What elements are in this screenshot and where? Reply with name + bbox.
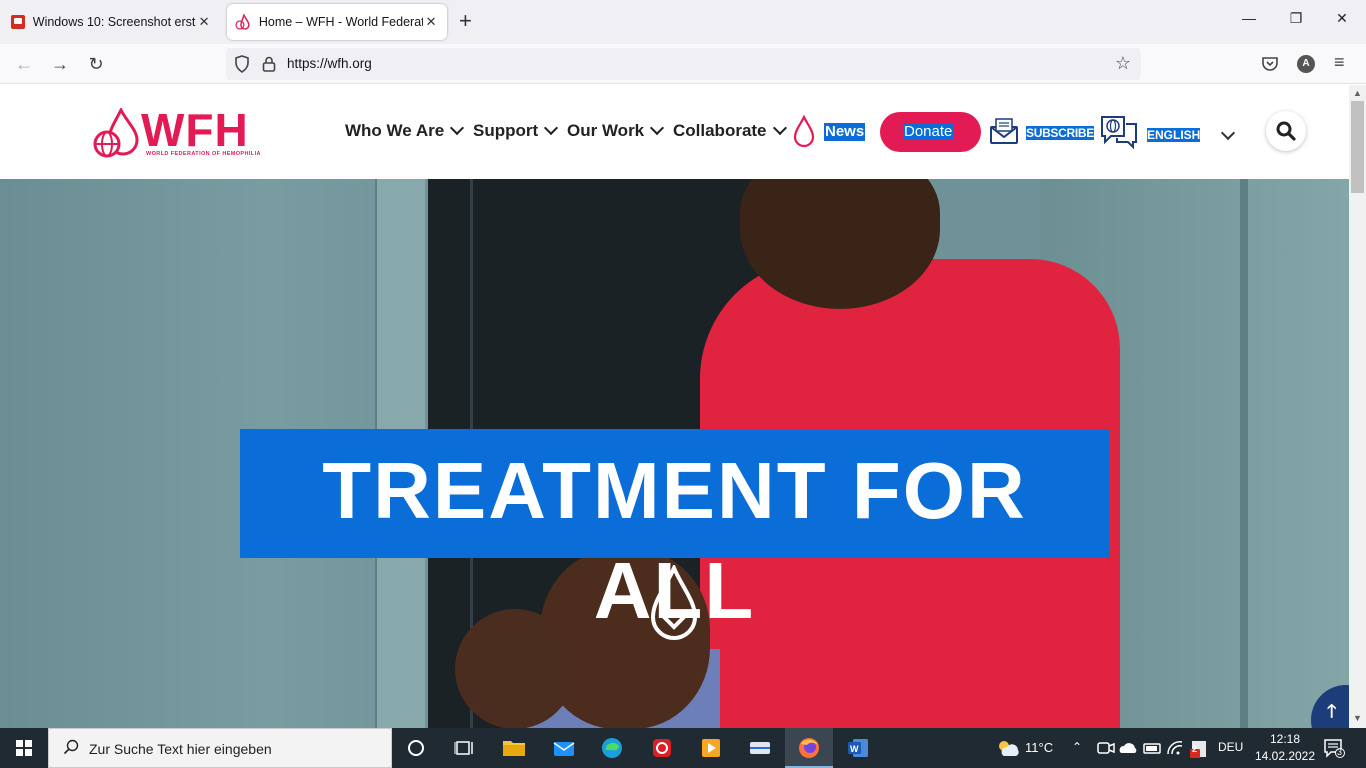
- blood-drop-icon: [793, 115, 815, 148]
- chevron-down-icon[interactable]: [1220, 125, 1236, 141]
- weather-cloud-icon[interactable]: [994, 734, 1022, 762]
- language-selector[interactable]: ENGLISH: [1147, 128, 1201, 142]
- site-search-button[interactable]: [1266, 111, 1306, 151]
- scanner-app-icon[interactable]: [746, 734, 774, 762]
- scroll-up-arrow-icon[interactable]: ▲: [1353, 88, 1362, 98]
- creative-cloud-icon[interactable]: [648, 734, 676, 762]
- restore-button[interactable]: ❐: [1286, 10, 1306, 27]
- input-language[interactable]: DEU: [1218, 740, 1243, 754]
- pocket-icon[interactable]: [1261, 55, 1279, 73]
- subscribe-link[interactable]: SUBSCRIBE: [1026, 126, 1094, 140]
- tab-windows-screenshot[interactable]: Windows 10: Screenshot erstellen ✕: [3, 4, 220, 40]
- weather-temperature[interactable]: 11°C: [1025, 740, 1053, 755]
- back-button[interactable]: ←: [12, 52, 36, 76]
- tab-title: Windows 10: Screenshot erstellen: [32, 15, 196, 29]
- lock-icon[interactable]: [262, 56, 276, 72]
- close-tab-icon[interactable]: ✕: [196, 14, 212, 30]
- cortana-icon[interactable]: [402, 734, 430, 762]
- menu-label: Support: [473, 121, 539, 140]
- chevron-down-icon: [772, 120, 787, 136]
- scrollbar-thumb[interactable]: [1351, 101, 1364, 193]
- chevron-down-icon: [544, 120, 559, 136]
- search-icon: [1276, 121, 1296, 141]
- task-view-icon[interactable]: [450, 734, 478, 762]
- start-button[interactable]: [0, 728, 48, 768]
- reload-button[interactable]: ↻: [84, 52, 108, 76]
- wfh-globe-drop-icon: [93, 108, 139, 158]
- taskbar-clock[interactable]: 12:18 14.02.2022: [1254, 731, 1316, 765]
- clock-time: 12:18: [1269, 732, 1301, 746]
- tab-favicon-icon: [11, 15, 25, 29]
- close-window-button[interactable]: ✕: [1332, 10, 1352, 27]
- menu-icon[interactable]: ≡: [1334, 52, 1345, 73]
- webpage: WFH WORLD FEDERATION OF HEMOPHILIA Who W…: [0, 85, 1349, 728]
- firefox-icon: [799, 738, 819, 758]
- taskbar-search-box[interactable]: Zur Suche Text hier eingeben: [48, 728, 392, 768]
- mail-badge-count: 2: [1192, 744, 1198, 754]
- site-header: WFH WORLD FEDERATION OF HEMOPHILIA Who W…: [0, 85, 1349, 179]
- menu-support[interactable]: Support: [473, 120, 559, 141]
- notification-count: 3: [1337, 747, 1343, 757]
- url-text[interactable]: https://wfh.org: [287, 56, 372, 71]
- menu-label: Collaborate: [673, 121, 767, 140]
- menu-who-we-are[interactable]: Who We Are: [345, 120, 465, 141]
- mail-app-icon[interactable]: [550, 734, 578, 762]
- chevron-down-icon: [450, 120, 465, 136]
- forward-button[interactable]: →: [48, 52, 72, 76]
- file-explorer-icon[interactable]: [500, 734, 528, 762]
- hero-banner: TREATMENT FOR ALL 🡑: [0, 179, 1349, 728]
- wall-post: [1240, 179, 1248, 728]
- menu-label: Our Work: [567, 121, 645, 140]
- svg-text:W: W: [850, 744, 859, 754]
- windows-taskbar: Zur Suche Text hier eingeben W 11°C ⌃ 2 …: [0, 728, 1366, 768]
- page-scrollbar[interactable]: ▲ ▼: [1349, 85, 1366, 728]
- account-avatar[interactable]: A: [1297, 55, 1315, 73]
- search-icon: [63, 739, 79, 755]
- mail-notification-icon[interactable]: [1186, 734, 1214, 762]
- windows-logo-icon: [16, 740, 32, 756]
- browser-tab-strip: Windows 10: Screenshot erstellen ✕ Home …: [0, 0, 1366, 44]
- tab-title: Home – WFH - World Federation of Hemophi…: [258, 15, 424, 29]
- chevron-up-icon[interactable]: ⌃: [1072, 740, 1082, 754]
- drop-check-icon: [650, 565, 698, 640]
- edge-browser-icon[interactable]: [598, 734, 626, 762]
- scroll-down-arrow-icon[interactable]: ▼: [1353, 713, 1362, 723]
- taskbar-search-placeholder: Zur Suche Text hier eingeben: [89, 741, 272, 757]
- menu-label: Who We Are: [345, 121, 445, 140]
- menu-our-work[interactable]: Our Work: [567, 120, 665, 141]
- envelope-newsletter-icon[interactable]: [989, 117, 1019, 145]
- chevron-down-icon: [650, 120, 665, 136]
- donate-label: Donate: [903, 123, 954, 140]
- close-tab-icon[interactable]: ✕: [423, 14, 439, 30]
- logo-subtitle: WORLD FEDERATION OF HEMOPHILIA: [146, 151, 261, 157]
- new-tab-button[interactable]: +: [459, 10, 472, 32]
- word-icon[interactable]: W: [844, 734, 872, 762]
- address-bar[interactable]: https://wfh.org ☆: [226, 48, 1141, 80]
- tracking-protection-shield-icon[interactable]: [234, 55, 250, 73]
- minimize-button[interactable]: —: [1239, 10, 1259, 26]
- menu-collaborate[interactable]: Collaborate: [673, 120, 787, 141]
- tab-wfh-home[interactable]: Home – WFH - World Federation of Hemophi…: [227, 4, 447, 40]
- firefox-taskbar-button[interactable]: [785, 728, 833, 768]
- language-globe-chat-icon[interactable]: [1099, 114, 1139, 150]
- wfh-favicon-icon: [235, 14, 250, 30]
- arrow-up-icon: 🡑: [1327, 701, 1337, 721]
- logo-wordmark: WFH: [141, 104, 249, 156]
- browser-nav-bar: ← → ↻ https://wfh.org ☆ A ≡: [0, 44, 1366, 84]
- clock-date: 14.02.2022: [1254, 749, 1316, 763]
- bookmark-star-icon[interactable]: ☆: [1115, 53, 1131, 74]
- media-player-icon[interactable]: [697, 734, 725, 762]
- wfh-logo[interactable]: WFH WORLD FEDERATION OF HEMOPHILIA: [93, 105, 263, 160]
- hero-headline-box: TREATMENT FOR ALL: [240, 429, 1109, 635]
- donate-button[interactable]: Donate: [880, 112, 981, 152]
- news-link[interactable]: News: [824, 123, 866, 141]
